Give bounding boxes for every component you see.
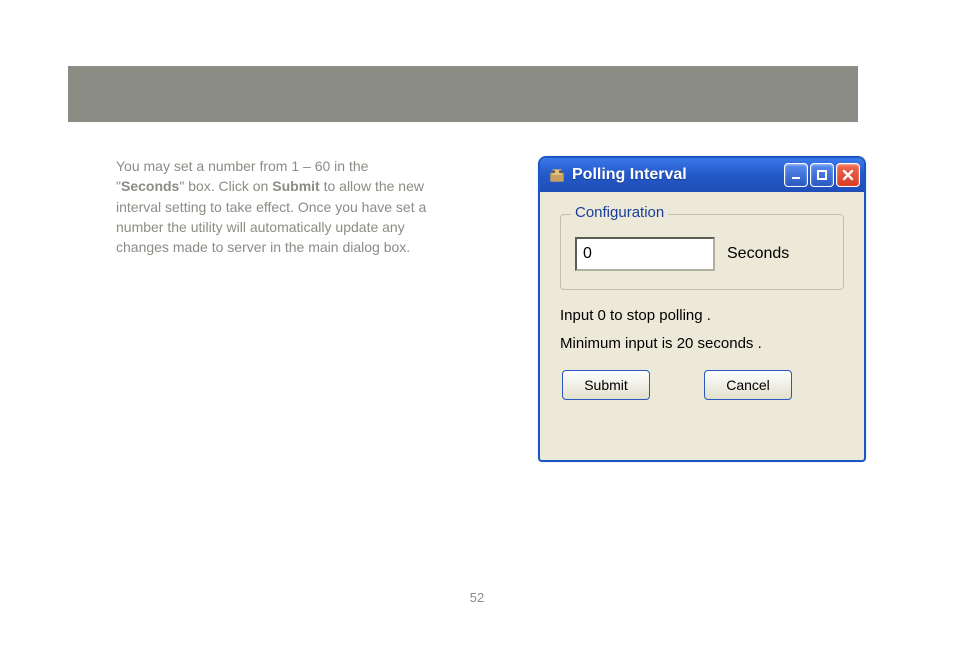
- minimize-button[interactable]: [784, 163, 808, 187]
- dialog-title: Polling Interval: [572, 166, 778, 184]
- header-bar: [68, 66, 858, 122]
- input-row: Seconds: [575, 237, 829, 271]
- cancel-button[interactable]: Cancel: [704, 370, 792, 400]
- maximize-icon: [815, 168, 829, 182]
- polling-interval-dialog: Polling Interval Configuration Seconds I…: [538, 156, 866, 462]
- app-icon: [548, 166, 566, 184]
- submit-button[interactable]: Submit: [562, 370, 650, 400]
- dialog-body: Configuration Seconds Input 0 to stop po…: [540, 192, 864, 416]
- bold-seconds: Seconds: [121, 178, 179, 194]
- button-row: Submit Cancel: [560, 370, 844, 400]
- titlebar[interactable]: Polling Interval: [540, 158, 864, 192]
- hint-line-1: Input 0 to stop polling .: [560, 304, 844, 328]
- bold-submit: Submit: [272, 178, 319, 194]
- text-segment: " box. Click on: [179, 178, 272, 194]
- group-title: Configuration: [571, 204, 668, 221]
- seconds-input[interactable]: [575, 237, 715, 271]
- minimize-icon: [789, 168, 803, 182]
- seconds-label: Seconds: [727, 245, 789, 263]
- page-number: 52: [0, 590, 954, 605]
- maximize-button[interactable]: [810, 163, 834, 187]
- hint-line-2: Minimum input is 20 seconds .: [560, 332, 844, 356]
- configuration-group: Configuration Seconds: [560, 214, 844, 290]
- instruction-paragraph: You may set a number from 1 – 60 in the …: [116, 156, 436, 257]
- close-icon: [841, 168, 855, 182]
- window-controls: [784, 163, 860, 187]
- close-button[interactable]: [836, 163, 860, 187]
